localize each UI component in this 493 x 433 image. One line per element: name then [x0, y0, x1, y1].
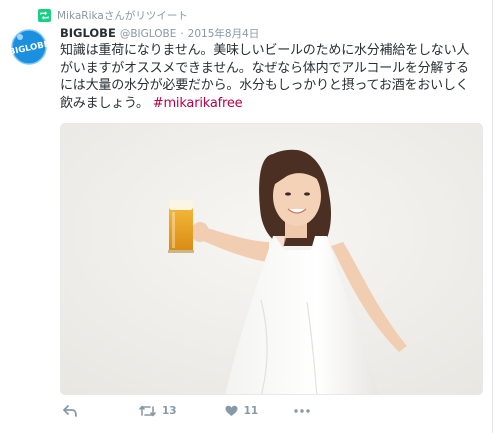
- heart-icon: [225, 405, 238, 416]
- more-icon: [294, 409, 310, 413]
- tweet-date[interactable]: 2015年8月4日: [188, 26, 260, 41]
- avatar[interactable]: BIGLOBE: [9, 27, 49, 67]
- like-count: 11: [243, 405, 259, 417]
- tweet-text-line: 飲みましょう。: [60, 95, 149, 111]
- like-button[interactable]: 11: [225, 405, 259, 417]
- tweet-text-line: がいますがオススメできません。なぜなら体内でアルコールを分解する: [60, 60, 469, 76]
- tweet-text-line: には大量の水分が必要だから。水分もしっかりと摂ってお酒をおいしく: [60, 78, 469, 93]
- more-button[interactable]: [294, 409, 310, 413]
- author-handle[interactable]: @BIGLOBE: [120, 28, 177, 40]
- retweet-context: MikaRikaさんがリツイート: [38, 8, 188, 22]
- tweet-text: 知識は重荷になりません。美味しいビールのために水分補給をしない人 がいますがオス…: [60, 42, 480, 112]
- biglobe-logo: BIGLOBE: [9, 29, 49, 65]
- retweet-badge-icon: [38, 8, 51, 22]
- tweet-text-line-last: 飲みましょう。 #mikarikafree: [60, 95, 480, 113]
- tweet-actions: 13 11: [60, 400, 360, 422]
- tweet-text-line: 知識は重荷になりません。美味しいビールのために水分補給をしない人: [60, 43, 470, 58]
- reply-icon: [63, 405, 77, 417]
- tweet-photo[interactable]: [60, 123, 483, 395]
- tweet-card[interactable]: MikaRikaさんがリツイート BIGLOBE BIGLOBE @BIGLOB…: [0, 0, 493, 433]
- retweet-context-text[interactable]: MikaRikaさんがリツイート: [57, 8, 188, 23]
- retweet-button[interactable]: 13: [139, 405, 177, 417]
- tweet-header: BIGLOBE @BIGLOBE · 2015年8月4日: [60, 26, 259, 42]
- hashtag-link[interactable]: #mikarikafree: [153, 96, 243, 111]
- header-separator: ·: [180, 28, 184, 40]
- author-name[interactable]: BIGLOBE: [60, 26, 116, 40]
- retweet-count: 13: [162, 405, 177, 417]
- woman-with-beer-image: [61, 124, 482, 394]
- reply-button[interactable]: [63, 405, 77, 417]
- retweet-icon: [139, 405, 156, 417]
